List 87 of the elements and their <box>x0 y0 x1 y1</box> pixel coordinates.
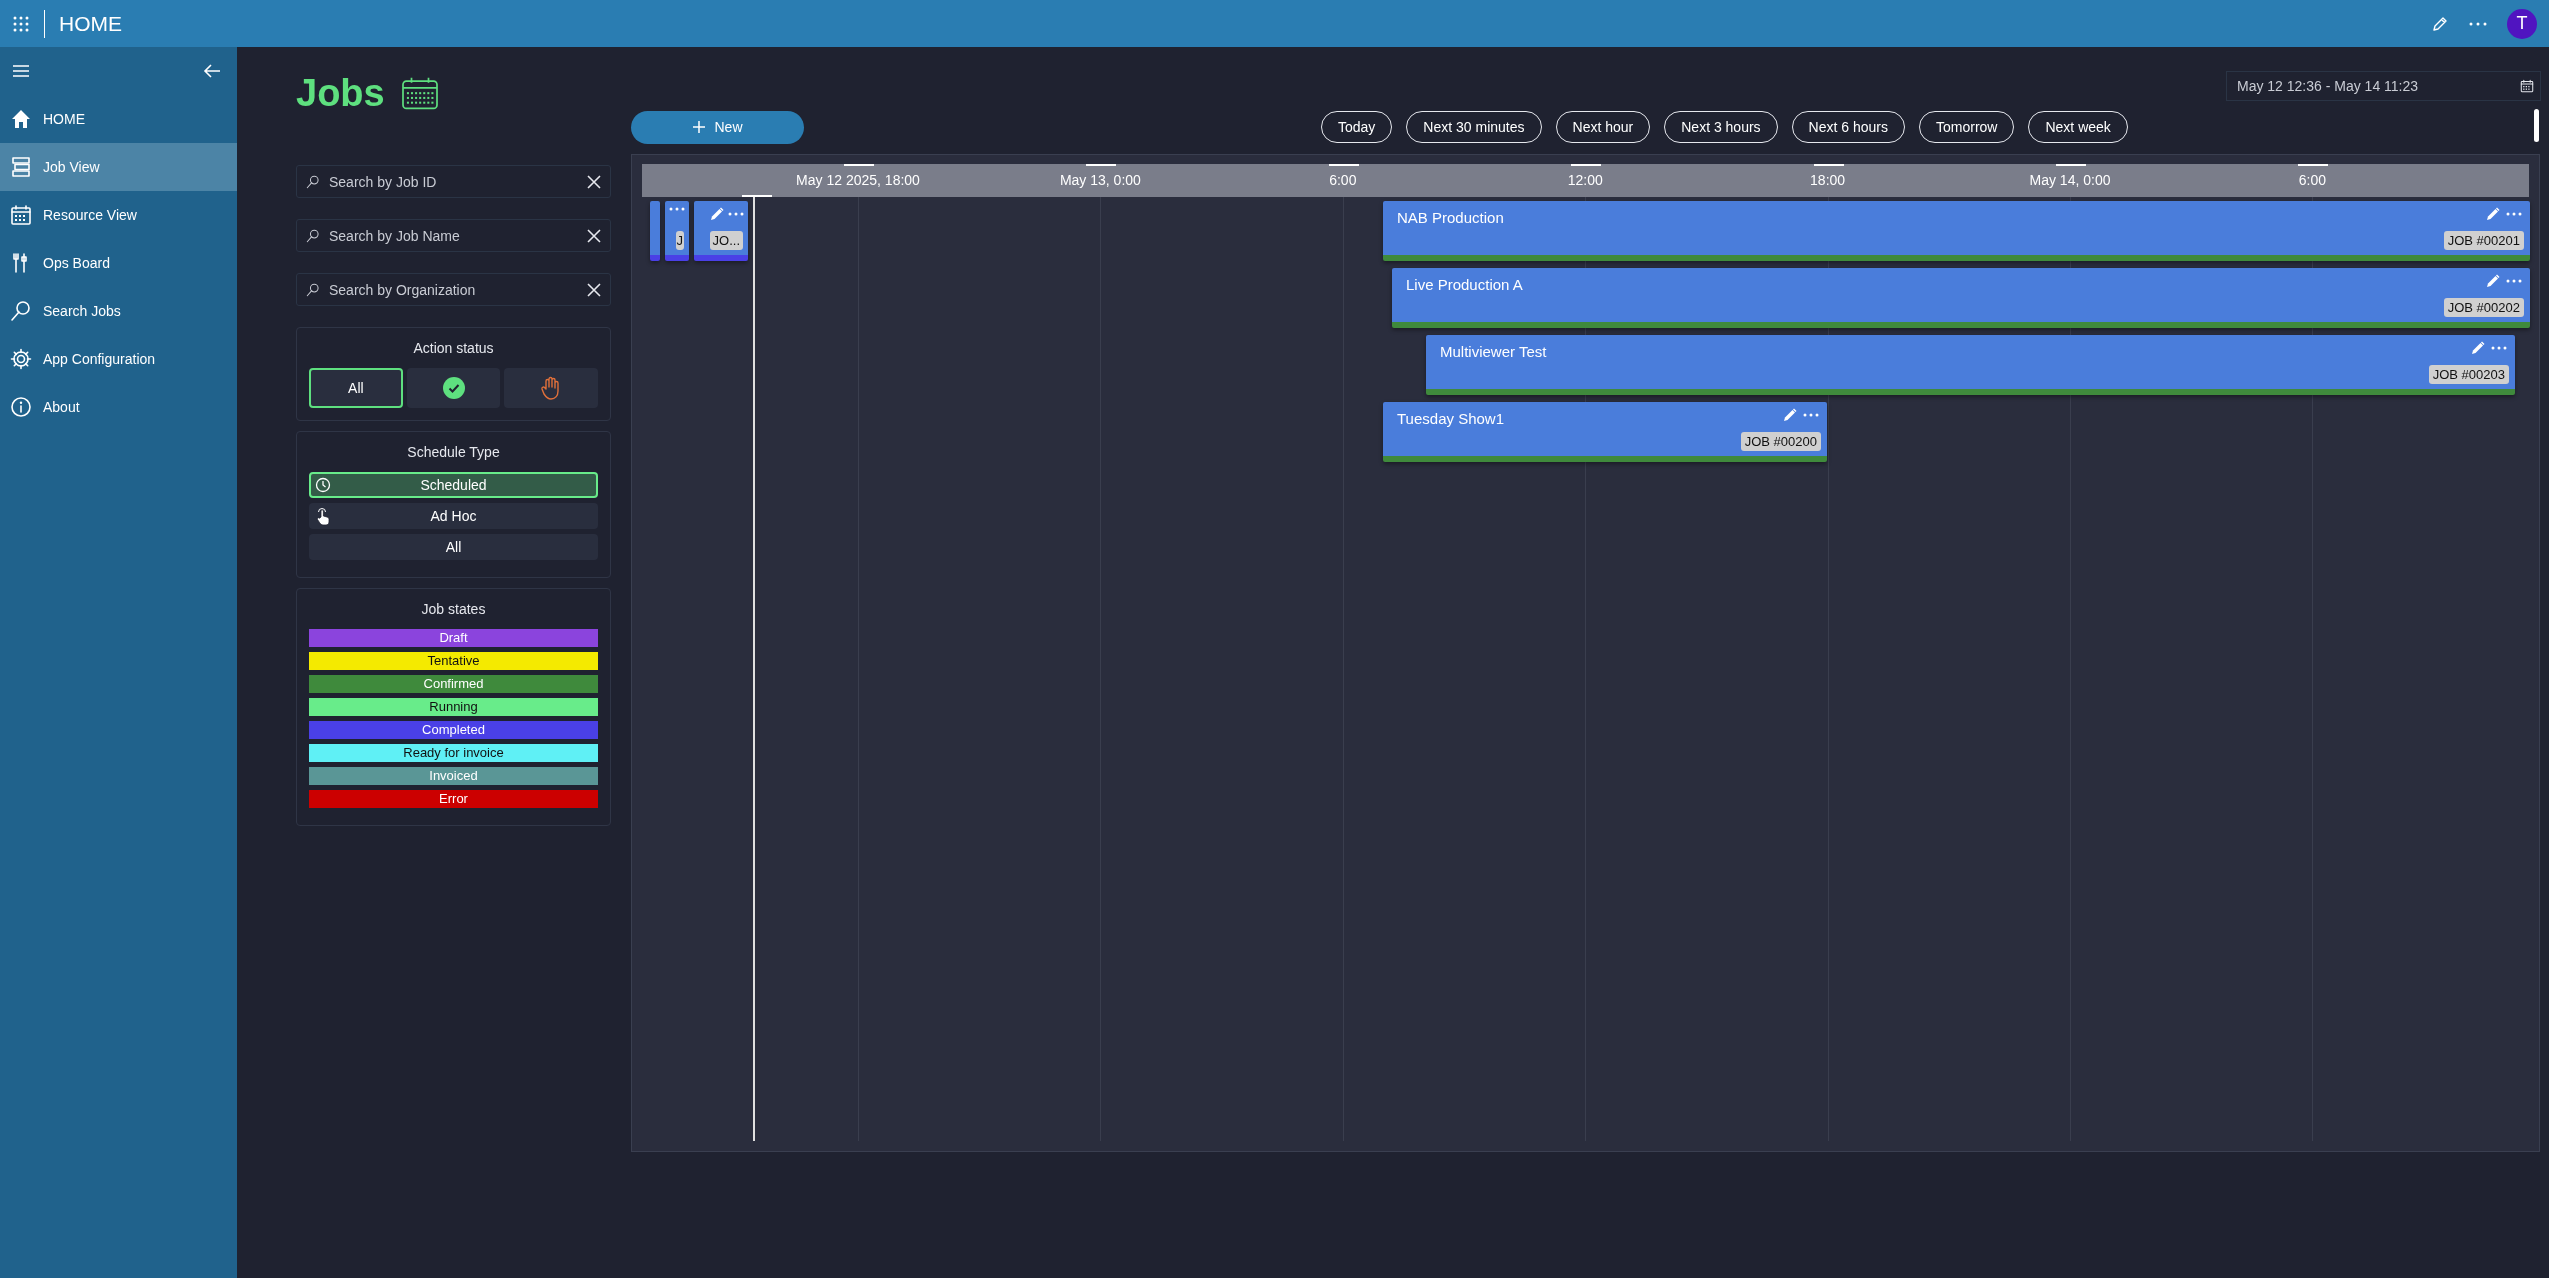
more-icon[interactable] <box>728 212 744 216</box>
job-state-legend: Invoiced <box>309 767 598 785</box>
app-grid-icon[interactable] <box>12 14 30 33</box>
home-icon <box>10 108 32 130</box>
job-bar[interactable]: J <box>665 201 689 261</box>
edit-icon[interactable] <box>2486 207 2500 221</box>
clear-icon[interactable] <box>587 229 601 243</box>
job-state-legend: Completed <box>309 721 598 739</box>
time-axis-label: May 14, 0:00 <box>2029 172 2111 188</box>
new-button[interactable]: New <box>631 110 804 144</box>
job-id-badge: JOB #00202 <box>2443 298 2524 317</box>
check-circle-icon <box>441 376 466 400</box>
back-arrow-icon[interactable] <box>203 63 221 79</box>
job-bar[interactable]: Multiviewer Test JOB #00203 <box>1426 335 2515 395</box>
time-axis-label: 18:00 <box>1810 172 1846 188</box>
page-title: Jobs <box>296 71 385 115</box>
job-bar[interactable]: JO... <box>694 201 748 261</box>
job-name: Tuesday Show1 <box>1397 410 1504 427</box>
gear-icon <box>10 348 32 370</box>
search-icon <box>306 229 320 243</box>
job-id-badge: J <box>675 231 684 250</box>
sidebar-item[interactable]: HOME <box>0 95 237 143</box>
more-icon[interactable] <box>2506 279 2522 283</box>
sidebar-item[interactable]: Search Jobs <box>0 287 237 335</box>
search-field[interactable]: Search by Organization <box>296 273 611 306</box>
user-avatar[interactable]: T <box>2507 8 2537 39</box>
job-state-legend: Running <box>309 698 598 716</box>
time-axis-label: May 13, 0:00 <box>1059 172 1141 188</box>
calendar-icon <box>10 204 32 226</box>
sidebar-item[interactable]: Job View <box>0 143 237 191</box>
more-icon[interactable] <box>2506 212 2522 216</box>
job-bar[interactable]: Tuesday Show1 JOB #00200 <box>1383 402 1827 462</box>
edit-icon[interactable] <box>710 207 724 221</box>
panel-title: Action status <box>412 340 495 356</box>
page-header-title: HOME <box>59 11 122 36</box>
job-state-legend: Tentative <box>309 652 598 670</box>
job-state-legend: Error <box>309 790 598 808</box>
menu-icon[interactable] <box>12 64 30 78</box>
time-axis-label: May 12 2025, 18:00 <box>796 172 920 188</box>
edit-icon[interactable] <box>2471 341 2485 355</box>
search-field[interactable]: Search by Job Name <box>296 219 611 252</box>
job-id-badge: JOB #00203 <box>2428 365 2509 384</box>
job-name: NAB Production <box>1397 209 1504 226</box>
sidebar-item[interactable]: Resource View <box>0 191 237 239</box>
clock-icon <box>315 477 331 493</box>
clear-icon[interactable] <box>587 175 601 189</box>
filter-button[interactable] <box>406 368 501 408</box>
job-id-badge: JOB #00201 <box>2443 231 2524 250</box>
job-id-badge: JOB #00200 <box>1740 432 1821 451</box>
search-field[interactable]: Search by Job ID <box>296 165 611 198</box>
edit-icon[interactable] <box>1783 408 1797 422</box>
clear-icon[interactable] <box>587 283 601 297</box>
calendar-icon <box>400 76 439 110</box>
edit-icon[interactable] <box>2486 274 2500 288</box>
job-name: Live Production A <box>1406 276 1523 293</box>
more-icon[interactable] <box>669 207 685 211</box>
touch-hand-icon <box>315 508 331 526</box>
schedule-option[interactable]: Scheduled <box>309 472 598 498</box>
calendar-icon[interactable] <box>2520 79 2534 93</box>
sidebar-item[interactable]: App Configuration <box>0 335 237 383</box>
job-name: Multiviewer Test <box>1440 343 1547 360</box>
schedule-option[interactable]: All <box>309 534 598 560</box>
more-icon[interactable] <box>1803 413 1819 417</box>
time-axis-label: 12:00 <box>1567 172 1603 188</box>
time-axis-label: 6:00 <box>1329 172 1357 188</box>
search-icon <box>306 283 320 297</box>
info-icon <box>10 396 32 418</box>
panel-title: Job states <box>420 601 487 617</box>
date-range-field[interactable]: May 12 12:36 - May 14 11:23 <box>2226 71 2541 101</box>
job-bar[interactable]: Live Production A JOB #00202 <box>1392 268 2530 328</box>
sidebar-item[interactable]: Ops Board <box>0 239 237 287</box>
filter-button[interactable]: All <box>309 368 403 408</box>
search-icon <box>306 175 320 189</box>
job-bar[interactable]: NAB Production JOB #00201 <box>1383 201 2530 261</box>
sidebar-item[interactable]: About <box>0 383 237 431</box>
list-icon <box>10 156 32 178</box>
job-state-legend: Draft <box>309 629 598 647</box>
scrollbar-thumb[interactable] <box>2534 109 2539 142</box>
job-state-legend: Ready for invoice <box>309 744 598 762</box>
search-icon <box>10 300 32 322</box>
time-axis-label: 6:00 <box>2298 172 2326 188</box>
panel-title: Schedule Type <box>406 444 501 460</box>
job-id-badge: JO... <box>709 231 743 250</box>
more-icon[interactable] <box>2491 346 2507 350</box>
plus-icon <box>692 120 707 134</box>
schedule-option[interactable]: Ad Hoc <box>309 503 598 529</box>
job-state-legend: Confirmed <box>309 675 598 693</box>
